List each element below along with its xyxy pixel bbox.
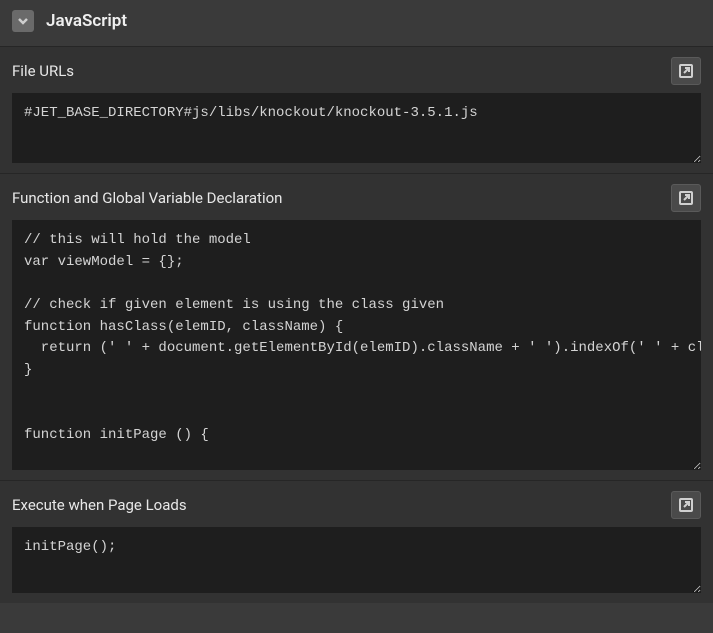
expand-function-decl-button[interactable]	[671, 184, 701, 212]
file-urls-label: File URLs	[12, 62, 74, 80]
section-header: File URLs	[12, 57, 701, 85]
expand-icon	[678, 63, 694, 79]
expand-icon	[678, 497, 694, 513]
function-decl-label: Function and Global Variable Declaration	[12, 189, 282, 207]
expand-execute-on-load-button[interactable]	[671, 491, 701, 519]
file-urls-section: File URLs	[0, 46, 713, 173]
execute-on-load-input[interactable]	[12, 527, 701, 593]
execute-on-load-section: Execute when Page Loads	[0, 480, 713, 603]
function-decl-input[interactable]	[12, 220, 701, 470]
panel-header: JavaScript	[0, 0, 713, 46]
collapse-toggle[interactable]	[12, 10, 34, 32]
function-decl-section: Function and Global Variable Declaration	[0, 173, 713, 480]
chevron-down-icon	[17, 15, 29, 27]
panel-title: JavaScript	[46, 11, 127, 31]
javascript-panel: JavaScript File URLs Function and Global…	[0, 0, 713, 633]
expand-icon	[678, 190, 694, 206]
file-urls-input[interactable]	[12, 93, 701, 163]
execute-on-load-label: Execute when Page Loads	[12, 496, 187, 514]
section-header: Execute when Page Loads	[12, 491, 701, 519]
expand-file-urls-button[interactable]	[671, 57, 701, 85]
section-header: Function and Global Variable Declaration	[12, 184, 701, 212]
